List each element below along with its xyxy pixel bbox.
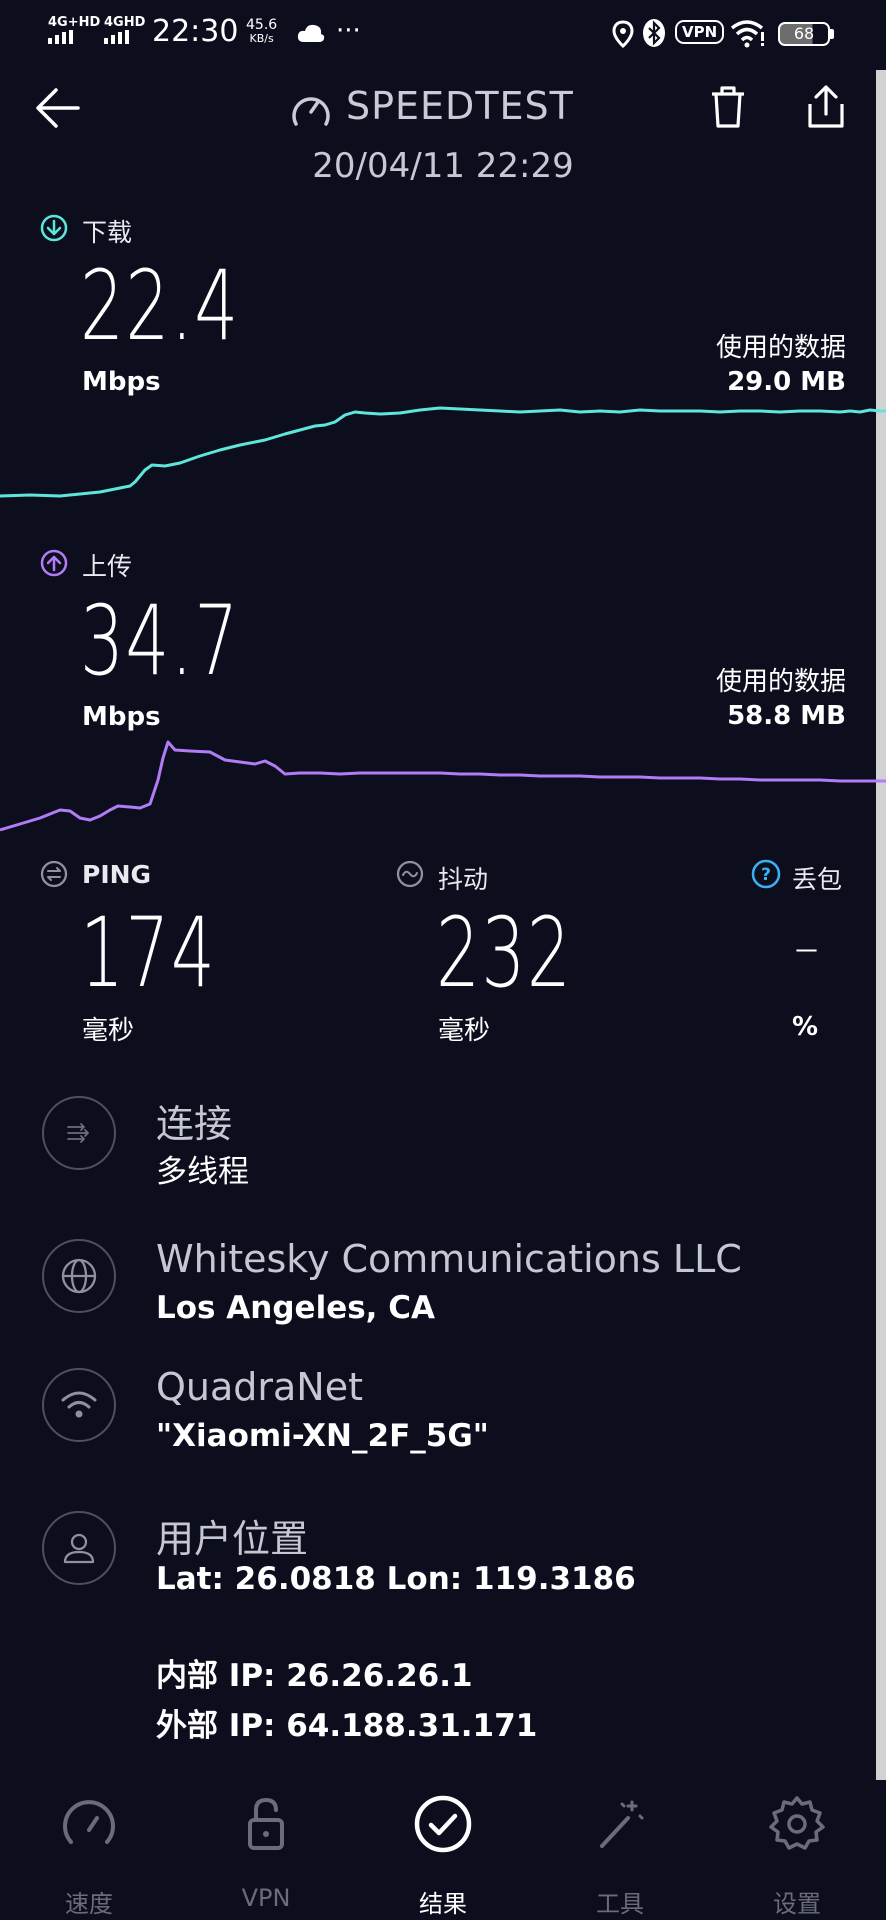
battery-indicator: 68 [778, 22, 834, 46]
signal-bars-1-icon [48, 30, 73, 44]
signal-bars-2-icon [104, 30, 129, 44]
vpn-status-badge: VPN [675, 20, 725, 44]
test-datetime: 20/04/11 22:29 [312, 146, 574, 186]
page-title: SPEEDTEST [346, 84, 574, 128]
user-location-title: 用户位置 [156, 1517, 309, 1561]
nav-label-results: 结果 [419, 1890, 467, 1918]
upload-icon [40, 549, 68, 577]
svg-text:?: ? [761, 865, 771, 885]
isp-icon-circle [42, 1368, 116, 1442]
upload-data-used-value: 58.8 MB [727, 701, 846, 731]
more-notifications-icon: ··· [336, 16, 361, 46]
ping-label: PING [82, 860, 152, 889]
download-data-used-label: 使用的数据 [715, 333, 846, 363]
network-2-indicator: 4GHD [104, 16, 145, 48]
location-icon [612, 20, 634, 48]
wifi-icon [61, 1391, 97, 1418]
battery-tip [830, 29, 834, 39]
multi-thread-icon [67, 1123, 89, 1143]
nav-label-vpn: VPN [241, 1884, 291, 1912]
wifi-status-icon [730, 20, 764, 48]
speedometer-icon [63, 1800, 115, 1844]
nav-label-settings: 设置 [773, 1890, 821, 1918]
connection-value: 多线程 [156, 1154, 249, 1190]
server-provider-name: Whitesky Communications LLC [156, 1237, 742, 1281]
jitter-icon [396, 860, 424, 888]
net-speed-value: 45.6 [246, 17, 278, 33]
packet-loss-label: 丢包 [792, 865, 843, 894]
nav-label-speed: 速度 [65, 1890, 113, 1918]
ping-unit: 毫秒 [82, 1016, 135, 1046]
upload-label: 上传 [82, 552, 133, 581]
wifi-network-name: "Xiaomi-XN_2F_5G" [156, 1418, 489, 1454]
upload-value: 34.7 [80, 585, 240, 697]
server-location: Los Angeles, CA [156, 1290, 435, 1326]
packet-loss-help-icon[interactable]: ? [750, 858, 782, 890]
cloud-icon [297, 24, 325, 42]
delete-button[interactable] [708, 84, 748, 130]
bluetooth-icon [643, 19, 665, 47]
server-icon-circle [42, 1239, 116, 1313]
upload-unit: Mbps [82, 702, 161, 732]
user-coordinates: Lat: 26.0818 Lon: 119.3186 [156, 1561, 636, 1597]
packet-loss-unit: % [792, 1012, 819, 1042]
download-label: 下载 [82, 218, 133, 247]
internal-ip: 内部 IP: 26.26.26.1 [156, 1658, 473, 1694]
jitter-unit: 毫秒 [438, 1016, 491, 1046]
network-2-label: 4GHD [104, 15, 146, 30]
ping-icon [40, 860, 68, 888]
nav-tab-results[interactable]: 结果 [383, 1780, 503, 1920]
isp-name: QuadraNet [156, 1365, 364, 1409]
magic-wand-icon [600, 1800, 644, 1848]
nav-tab-settings[interactable]: 设置 [737, 1780, 857, 1920]
upload-data-used-label: 使用的数据 [715, 667, 846, 697]
connection-icon-circle [42, 1096, 116, 1170]
download-value: 22.4 [80, 250, 240, 362]
gauge-icon [292, 97, 330, 126]
share-icon [808, 85, 844, 128]
net-speed-unit: KB/s [249, 32, 274, 45]
trash-icon [712, 86, 744, 128]
nav-tab-vpn[interactable]: VPN [206, 1780, 326, 1920]
external-ip: 外部 IP: 64.188.31.171 [156, 1708, 538, 1744]
jitter-label: 抖动 [438, 865, 489, 894]
ping-value: 174 [80, 897, 217, 1009]
download-speed-graph [0, 406, 886, 498]
packet-loss-value: – [794, 918, 819, 976]
net-speed: 45.6 KB/s [246, 18, 277, 46]
user-icon [63, 1533, 95, 1564]
user-location-icon-circle [42, 1511, 116, 1585]
back-button[interactable] [34, 86, 84, 130]
scrollbar[interactable] [876, 70, 886, 1780]
battery-icon: 68 [778, 22, 830, 46]
check-circle-icon [414, 1795, 472, 1853]
share-button[interactable] [804, 84, 848, 130]
download-icon [40, 214, 68, 242]
nav-label-tools: 工具 [596, 1890, 644, 1918]
nav-tab-tools[interactable]: 工具 [560, 1780, 680, 1920]
upload-speed-line [0, 740, 886, 832]
arrow-left-icon [36, 88, 80, 128]
gear-icon [769, 1796, 825, 1850]
globe-icon [61, 1258, 97, 1294]
status-time: 22:30 [152, 14, 239, 49]
status-bar: 4G+HD 4GHD 22:30 45.6 KB/s ··· VPN 68 [0, 0, 886, 70]
bottom-nav: 速度 VPN 结果 工具 设置 [0, 1780, 886, 1920]
download-speed-line [0, 406, 886, 498]
upload-speed-graph [0, 740, 886, 832]
connection-title: 连接 [156, 1102, 233, 1146]
nav-tab-speed[interactable]: 速度 [29, 1780, 149, 1920]
network-1-indicator: 4G+HD [48, 16, 100, 48]
unlocked-padlock-icon [248, 1797, 284, 1850]
jitter-value: 232 [436, 897, 573, 1009]
network-1-label: 4G+HD [48, 15, 101, 30]
